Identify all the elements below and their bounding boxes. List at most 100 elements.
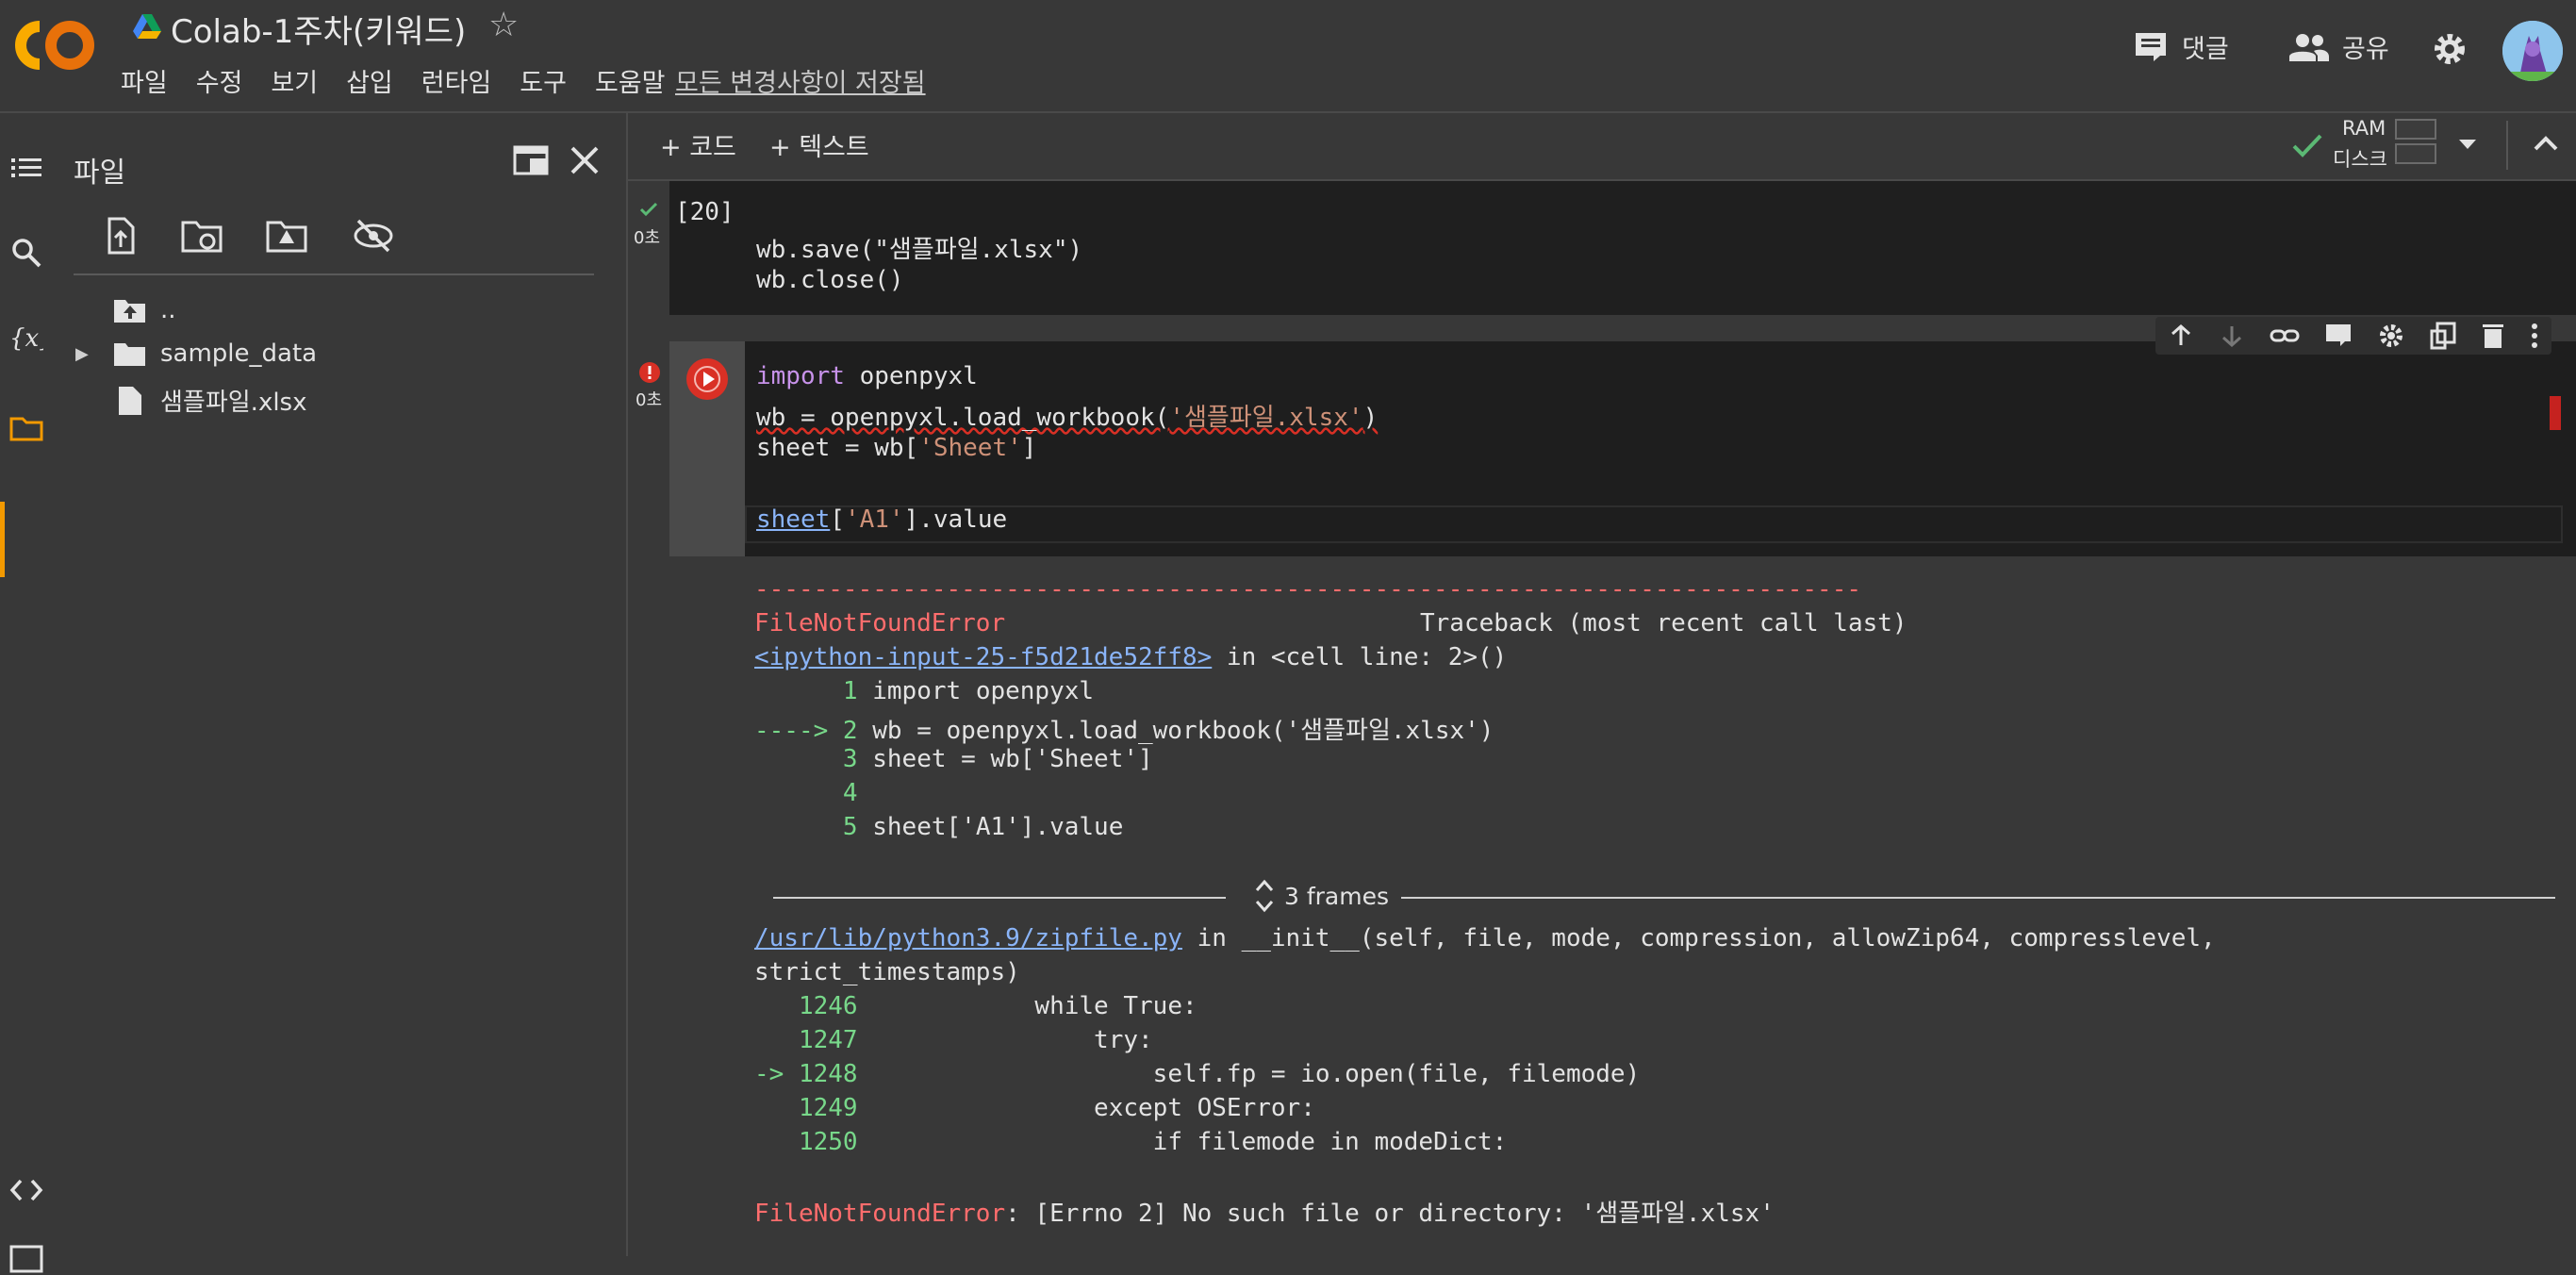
top-bar: Colab-1주차(키워드) ☆ 파일 수정 보기 삽입 런타임 도구 도움말 … <box>0 0 2576 113</box>
zip-line: 1249 except OSError: <box>798 1094 1315 1122</box>
svg-text:{x}: {x} <box>9 324 43 353</box>
divider <box>74 273 594 275</box>
menu-file[interactable]: 파일 <box>121 62 168 99</box>
comment-icon[interactable] <box>2324 323 2353 349</box>
share-label: 공유 <box>2342 35 2389 64</box>
comment-icon <box>2136 32 2166 61</box>
files-panel-title: 파일 <box>74 157 126 190</box>
move-down-icon[interactable] <box>2219 323 2245 349</box>
toc-icon[interactable] <box>9 151 43 185</box>
upload-file-icon[interactable] <box>100 215 141 257</box>
refresh-folder-icon[interactable] <box>181 215 223 257</box>
tree-item-xlsx[interactable]: 샘플파일.xlsx <box>117 383 307 418</box>
more-vert-icon[interactable] <box>2530 322 2539 350</box>
traceback-dashes: ----------------------------------------… <box>754 575 1861 604</box>
left-rail: {x} <box>0 113 57 1273</box>
star-icon[interactable]: ☆ <box>488 6 519 44</box>
execution-count: [20] <box>675 198 735 226</box>
ipython-input-link[interactable]: <ipython-input-25-f5d21de52ff8> <box>754 643 1212 671</box>
expand-frames-icon <box>1255 879 1274 913</box>
cell1-time: 0초 <box>634 228 661 248</box>
toolbar-divider <box>2506 121 2508 170</box>
menu-insert[interactable]: 삽입 <box>346 62 393 99</box>
tree-item-sample-data[interactable]: ▶ sample_data <box>75 339 317 368</box>
hide-files-icon[interactable] <box>353 215 394 257</box>
cell2-time: 0초 <box>636 390 663 410</box>
ram-meter <box>2395 119 2436 140</box>
colab-logo[interactable] <box>15 19 94 72</box>
delete-icon[interactable] <box>2481 322 2505 350</box>
zip-line: 1246 while True: <box>798 992 1197 1020</box>
avatar[interactable] <box>2502 21 2563 81</box>
trace-line: 3 sheet = wb['Sheet'] <box>828 745 1153 773</box>
success-check-icon <box>639 202 658 217</box>
frames-divider-left <box>773 897 1226 899</box>
expand-arrow-icon[interactable]: ▶ <box>75 344 113 364</box>
menu-tools[interactable]: 도구 <box>520 62 567 99</box>
mount-drive-icon[interactable] <box>266 215 307 257</box>
play-icon <box>694 366 720 392</box>
zipfile-location: /usr/lib/python3.9/zipfile.py in __init_… <box>754 924 2216 952</box>
comment-label: 댓글 <box>2182 35 2229 64</box>
menu-edit[interactable]: 수정 <box>196 62 243 99</box>
frames-toggle[interactable]: 3 frames <box>1254 877 1389 915</box>
collapse-header-icon[interactable] <box>2533 134 2559 153</box>
link-icon[interactable] <box>2270 323 2300 349</box>
comment-button[interactable]: 댓글 <box>2133 28 2229 65</box>
code-snippets-icon[interactable] <box>9 1173 43 1207</box>
disk-label: 디스크 <box>2333 148 2387 171</box>
folder-up-icon <box>114 300 145 323</box>
folder-icon[interactable] <box>9 411 43 445</box>
code-line-error: wb = openpyxl.load_workbook('샘플파일.xlsx') <box>756 404 1379 432</box>
open-in-tab-icon[interactable] <box>513 143 549 177</box>
run-cell-button[interactable] <box>686 358 728 400</box>
add-code-button[interactable]: + 코드 <box>660 126 736 163</box>
menu-bar: 파일 수정 보기 삽입 런타임 도구 도움말 <box>121 62 694 99</box>
trace-line: 4 <box>828 779 858 807</box>
code-cell-1[interactable]: [20] wb.save("샘플파일.xlsx") wb.close() <box>669 181 2576 315</box>
tree-item-label: 샘플파일.xlsx <box>160 389 307 417</box>
add-text-button[interactable]: + 텍스트 <box>769 126 869 163</box>
trace-line: ----> 2 wb = openpyxl.load_workbook('샘플파… <box>754 717 1494 745</box>
tree-item-label: sample_data <box>160 339 318 368</box>
trace-line: 5 sheet['A1'].value <box>828 813 1124 841</box>
code-line: wb.save("샘플파일.xlsx") <box>756 236 1083 264</box>
code-line: sheet = wb['Sheet'] <box>756 434 1037 462</box>
tree-item-parent[interactable]: .. <box>113 296 176 324</box>
zipfile-link[interactable]: /usr/lib/python3.9/zipfile.py <box>754 924 1182 952</box>
cell-toolbar <box>2155 317 2551 355</box>
files-panel: 파일 .. ▶ sample_data 샘플파일.xlsx <box>57 113 628 1256</box>
move-up-icon[interactable] <box>2168 323 2194 349</box>
people-icon <box>2289 33 2329 61</box>
menu-help[interactable]: 도움말 <box>595 62 666 99</box>
current-line-highlight <box>745 505 2563 543</box>
share-button[interactable]: 공유 <box>2289 28 2389 65</box>
error-scroll-marker <box>2550 396 2561 430</box>
code-line: import openpyxl <box>756 362 978 390</box>
avatar-image-icon <box>2502 21 2563 81</box>
zip-line: 1247 try: <box>798 1026 1153 1054</box>
traceback-label: Traceback (most recent call last) <box>1420 609 1907 638</box>
notebook-toolbar: + 코드 + 텍스트 <box>628 113 2576 181</box>
error-status-icon <box>639 362 660 383</box>
settings-gear-icon[interactable] <box>2377 322 2405 350</box>
trace-line: 1 import openpyxl <box>828 677 1095 705</box>
notebook-title[interactable]: Colab-1주차(키워드) <box>171 6 466 52</box>
close-icon[interactable] <box>568 143 602 177</box>
frames-label: 3 frames <box>1284 882 1390 910</box>
mirror-cell-icon[interactable] <box>2430 322 2456 350</box>
menu-view[interactable]: 보기 <box>271 62 318 99</box>
settings-gear-icon[interactable] <box>2431 30 2469 68</box>
folder-icon <box>114 343 145 366</box>
terminal-icon[interactable] <box>9 1241 43 1275</box>
file-icon <box>119 386 141 415</box>
disk-meter <box>2395 143 2436 164</box>
connected-check-icon <box>2292 134 2322 157</box>
code-line: sheet['A1'].value <box>756 505 1008 534</box>
search-icon[interactable] <box>9 236 43 270</box>
save-status[interactable]: 모든 변경사항이 저장됨 <box>675 62 926 99</box>
drive-icon[interactable] <box>132 13 162 41</box>
dropdown-arrow-icon[interactable] <box>2457 138 2478 151</box>
menu-runtime[interactable]: 런타임 <box>421 62 492 99</box>
variables-icon[interactable]: {x} <box>9 321 43 355</box>
